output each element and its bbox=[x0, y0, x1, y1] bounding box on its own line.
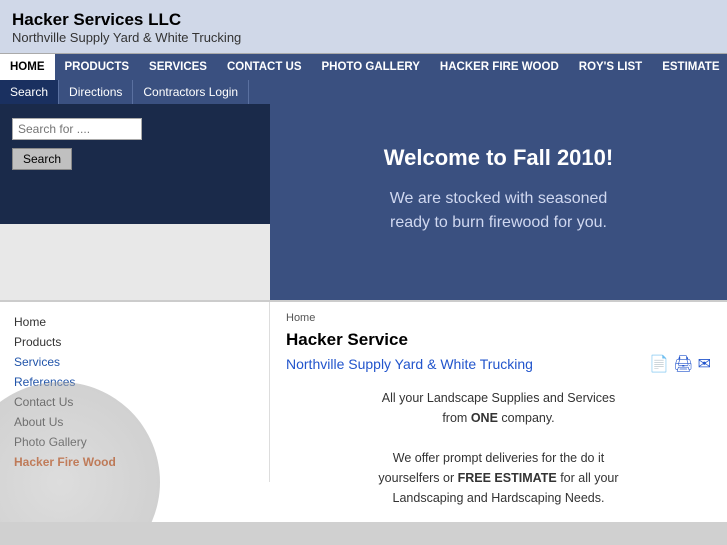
tab-directions[interactable]: Directions bbox=[59, 80, 133, 104]
nav-item-products[interactable]: PRODUCTS bbox=[55, 54, 140, 80]
pdf-icon[interactable]: 📄 bbox=[649, 354, 669, 374]
nav-item-roy's-list[interactable]: ROY'S LIST bbox=[569, 54, 652, 80]
left-nav-references[interactable]: References bbox=[14, 372, 255, 392]
nav-item-services[interactable]: SERVICES bbox=[139, 54, 217, 80]
sidebar: SearchDirectionsContractors Login Search bbox=[0, 80, 270, 300]
left-nav-services[interactable]: Services bbox=[14, 352, 255, 372]
main-wrapper: SearchDirectionsContractors Login Search… bbox=[0, 80, 727, 300]
nav-item-photo-gallery[interactable]: PHOTO GALLERY bbox=[312, 54, 430, 80]
page-header: Hacker Services LLC Northville Supply Ya… bbox=[0, 0, 727, 54]
content-area: Home Hacker Service Northville Supply Ya… bbox=[270, 302, 727, 522]
print-icon[interactable]: 🖨 bbox=[673, 354, 693, 374]
main-nav: HOMEPRODUCTSSERVICESCONTACT USPHOTO GALL… bbox=[0, 54, 727, 80]
left-nav-about-us[interactable]: About Us bbox=[14, 412, 255, 432]
hero-heading: Welcome to Fall 2010! bbox=[384, 145, 613, 171]
content-subtitle: Northville Supply Yard & White Trucking … bbox=[286, 354, 711, 374]
tab-contractors-login[interactable]: Contractors Login bbox=[133, 80, 249, 104]
nav-item-contact-us[interactable]: CONTACT US bbox=[217, 54, 312, 80]
nav-item-hacker-fire-wood[interactable]: HACKER FIRE WOOD bbox=[430, 54, 569, 80]
left-nav-wrapper: HomeProductsServicesReferencesContact Us… bbox=[0, 302, 270, 522]
content-line4: yourselfers or FREE ESTIMATE for all you… bbox=[296, 468, 701, 488]
search-panel: Search bbox=[0, 104, 270, 224]
content-title: Hacker Service bbox=[286, 330, 711, 350]
left-nav-photo-gallery[interactable]: Photo Gallery bbox=[14, 432, 255, 452]
content-subtitle-text: Northville Supply Yard & White Trucking bbox=[286, 356, 533, 372]
search-button[interactable]: Search bbox=[12, 148, 72, 170]
breadcrumb: Home bbox=[286, 312, 711, 324]
content-line1: All your Landscape Supplies and Services bbox=[296, 388, 701, 408]
company-name: Hacker Services LLC bbox=[12, 10, 715, 30]
content-line5: Landscaping and Hardscaping Needs. bbox=[296, 488, 701, 508]
nav-item-estimate[interactable]: ESTIMATE bbox=[652, 54, 727, 80]
hero-banner: Welcome to Fall 2010! We are stocked wit… bbox=[270, 80, 727, 300]
search-input[interactable] bbox=[12, 118, 142, 140]
tab-row: SearchDirectionsContractors Login bbox=[0, 80, 270, 104]
one-bold: ONE bbox=[471, 411, 498, 425]
left-nav-home[interactable]: Home bbox=[14, 312, 255, 332]
company-subtitle: Northville Supply Yard & White Trucking bbox=[12, 30, 715, 45]
hero-body: We are stocked with seasonedready to bur… bbox=[390, 187, 608, 235]
content-body: All your Landscape Supplies and Services… bbox=[286, 384, 711, 512]
nav-item-home[interactable]: HOME bbox=[0, 54, 55, 80]
left-nav-contact-us[interactable]: Contact Us bbox=[14, 392, 255, 412]
free-estimate-bold: FREE ESTIMATE bbox=[458, 471, 557, 485]
left-nav-hacker-fire-wood[interactable]: Hacker Fire Wood bbox=[14, 452, 255, 472]
left-nav-products[interactable]: Products bbox=[14, 332, 255, 352]
content-line2: from ONE company. bbox=[296, 408, 701, 428]
content-line3: We offer prompt deliveries for the do it bbox=[296, 448, 701, 468]
left-nav: HomeProductsServicesReferencesContact Us… bbox=[0, 302, 270, 482]
tab-search[interactable]: Search bbox=[0, 80, 59, 104]
bottom-wrapper: HomeProductsServicesReferencesContact Us… bbox=[0, 300, 727, 522]
content-icons: 📄 🖨 ✉ bbox=[649, 354, 711, 374]
email-icon[interactable]: ✉ bbox=[698, 354, 711, 374]
